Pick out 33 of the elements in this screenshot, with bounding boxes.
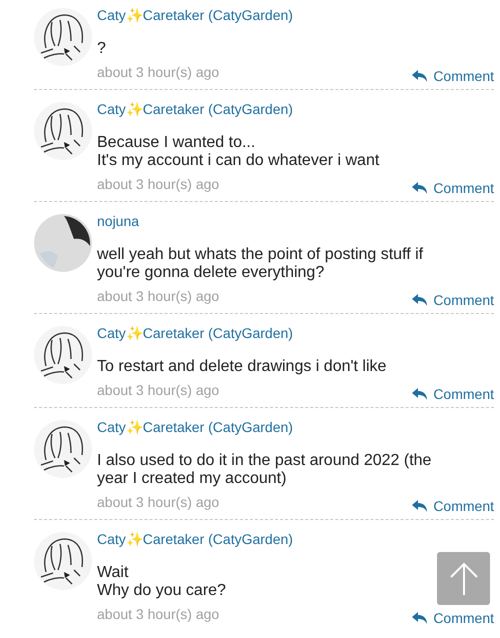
comment-text: ? — [97, 40, 106, 58]
author-link[interactable]: Caty✨Caretaker (CatyGarden) — [97, 324, 293, 342]
comment-reply-button[interactable]: Comment — [412, 385, 494, 403]
comment-reply-button[interactable]: Comment — [412, 497, 494, 515]
photo-placeholder — [34, 214, 92, 272]
timestamp: about 3 hour(s) ago — [97, 381, 220, 399]
author-link[interactable]: Caty✨Caretaker (CatyGarden) — [97, 100, 293, 118]
author-link[interactable]: Caty✨Caretaker (CatyGarden) — [97, 6, 293, 24]
reply-icon — [412, 388, 428, 400]
author-link[interactable]: nojuna — [97, 212, 140, 230]
timestamp: about 3 hour(s) ago — [97, 287, 220, 305]
author-link[interactable]: Caty✨Caretaker (CatyGarden) — [97, 418, 293, 436]
comment-reply-button[interactable]: Comment — [412, 67, 494, 85]
comment-text: To restart and delete drawings i don't like — [97, 358, 386, 376]
timestamp: about 3 hour(s) ago — [97, 175, 220, 193]
comment-reply-button[interactable]: Comment — [412, 291, 494, 309]
up-arrow-icon — [448, 562, 478, 596]
reply-icon — [412, 500, 428, 512]
comment-text: Because I wanted to... It's my account i can do whatever i want — [97, 134, 380, 170]
timestamp: about 3 hour(s) ago — [97, 605, 220, 623]
timestamp: about 3 hour(s) ago — [97, 63, 220, 81]
comment-reply-button[interactable]: Comment — [412, 609, 494, 627]
scroll-to-top-button[interactable] — [437, 552, 490, 605]
comment-text: I also used to do it in the past around 2022 (the year I created my account) — [97, 452, 432, 488]
author-link[interactable]: Caty✨Caretaker (CatyGarden) — [97, 530, 293, 548]
timestamp: about 3 hour(s) ago — [97, 493, 220, 511]
reply-icon — [412, 612, 428, 624]
reply-icon — [412, 294, 428, 306]
comment-text: Wait Why do you care? — [97, 564, 226, 600]
comment-text: well yeah but whats the point of posting stuff if you're gonna delete everything? — [97, 246, 424, 282]
reply-icon — [412, 182, 428, 194]
reply-icon — [412, 70, 428, 82]
comment-reply-button[interactable]: Comment — [412, 179, 494, 197]
